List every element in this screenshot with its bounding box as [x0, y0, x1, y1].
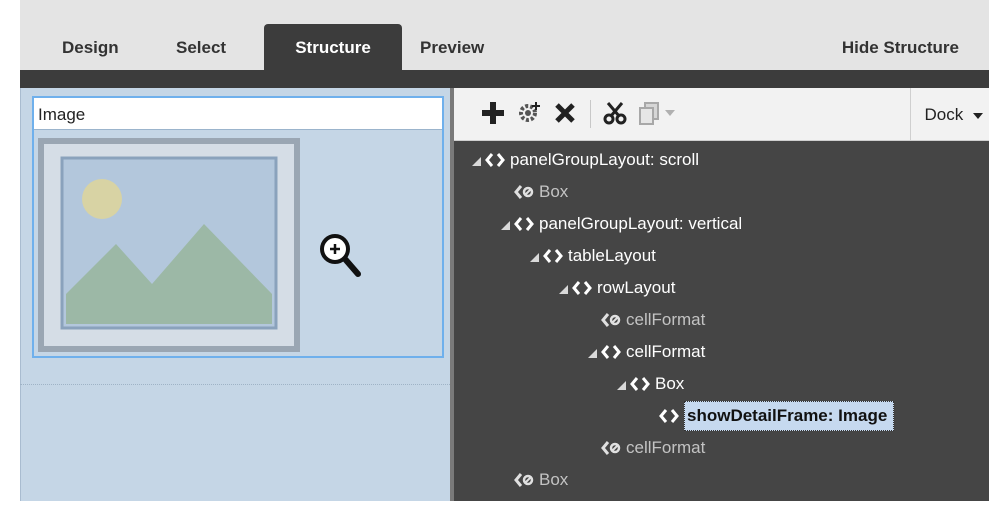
- hide-structure-button[interactable]: Hide Structure: [842, 24, 959, 70]
- expand-triangle-icon[interactable]: [615, 368, 629, 400]
- component-icon: [600, 336, 622, 368]
- component-placeholder-icon: [513, 176, 535, 208]
- tab-preview[interactable]: Preview: [420, 24, 510, 70]
- tree-node[interactable]: cellFormat: [586, 336, 705, 368]
- tree-node-label: cellFormat: [626, 438, 706, 457]
- toolbar-separator: [590, 100, 591, 128]
- tree-node-label: rowLayout: [597, 278, 676, 297]
- tab-bar: Design Select Structure Preview Hide Str…: [0, 0, 989, 70]
- dock-menu[interactable]: Dock: [909, 88, 983, 140]
- component-placeholder-icon: [513, 464, 535, 496]
- tree-node-label: Box: [655, 374, 685, 393]
- dropdown-arrow-icon[interactable]: [660, 96, 680, 130]
- tree-node-label: panelGroupLayout: vertical: [539, 214, 743, 233]
- component-icon: [571, 272, 593, 304]
- tree-node[interactable]: rowLayout: [557, 272, 675, 304]
- expand-triangle-icon[interactable]: [557, 272, 571, 304]
- tab-select[interactable]: Select: [176, 24, 246, 70]
- component-icon: [542, 240, 564, 272]
- tree-node[interactable]: showDetailFrame: Image: [644, 400, 895, 432]
- dock-label: Dock: [924, 105, 964, 124]
- tree-node-label: showDetailFrame: Image: [684, 401, 895, 431]
- tree-node[interactable]: tableLayout: [528, 240, 656, 272]
- tab-structure[interactable]: Structure: [264, 24, 402, 70]
- gear-plus-icon[interactable]: [512, 96, 546, 130]
- expand-triangle-icon[interactable]: [586, 336, 600, 368]
- tree-node[interactable]: cellFormat: [586, 432, 705, 464]
- plus-icon[interactable]: [476, 96, 510, 130]
- component-placeholder-icon: [600, 304, 622, 336]
- zoom-cursor-icon: [318, 232, 364, 282]
- tab-underline: [20, 70, 989, 88]
- tree-node[interactable]: Box: [499, 176, 568, 208]
- tree-node-label: Box: [539, 182, 569, 201]
- component-icon: [513, 208, 535, 240]
- cut-icon[interactable]: [598, 96, 632, 130]
- tree-node-label: cellFormat: [626, 342, 706, 361]
- tree-node[interactable]: Box: [499, 464, 568, 496]
- delete-icon[interactable]: [548, 96, 582, 130]
- component-icon: [629, 368, 651, 400]
- canvas-dotted-divider: [20, 384, 450, 385]
- image-placeholder-icon: [44, 144, 294, 346]
- image-component-title: Image: [34, 98, 442, 130]
- component-placeholder-icon: [600, 432, 622, 464]
- component-icon: [484, 144, 506, 176]
- tab-design[interactable]: Design: [62, 24, 142, 70]
- chevron-down-icon: [973, 112, 983, 119]
- expand-triangle-icon[interactable]: [499, 208, 513, 240]
- tree-node-label: cellFormat: [626, 310, 706, 329]
- component-icon: [658, 400, 680, 432]
- expand-triangle-icon[interactable]: [470, 144, 484, 176]
- tree-node[interactable]: cellFormat: [586, 304, 705, 336]
- tree-node-label: Box: [539, 470, 569, 489]
- structure-toolbar: Dock: [454, 88, 989, 141]
- tree-node[interactable]: Box: [615, 368, 684, 400]
- tree-node-label: tableLayout: [568, 246, 656, 265]
- tree-node[interactable]: panelGroupLayout: scroll: [470, 144, 699, 176]
- expand-triangle-icon[interactable]: [528, 240, 542, 272]
- tree-node[interactable]: panelGroupLayout: vertical: [499, 208, 742, 240]
- tree-node-label: panelGroupLayout: scroll: [510, 150, 700, 169]
